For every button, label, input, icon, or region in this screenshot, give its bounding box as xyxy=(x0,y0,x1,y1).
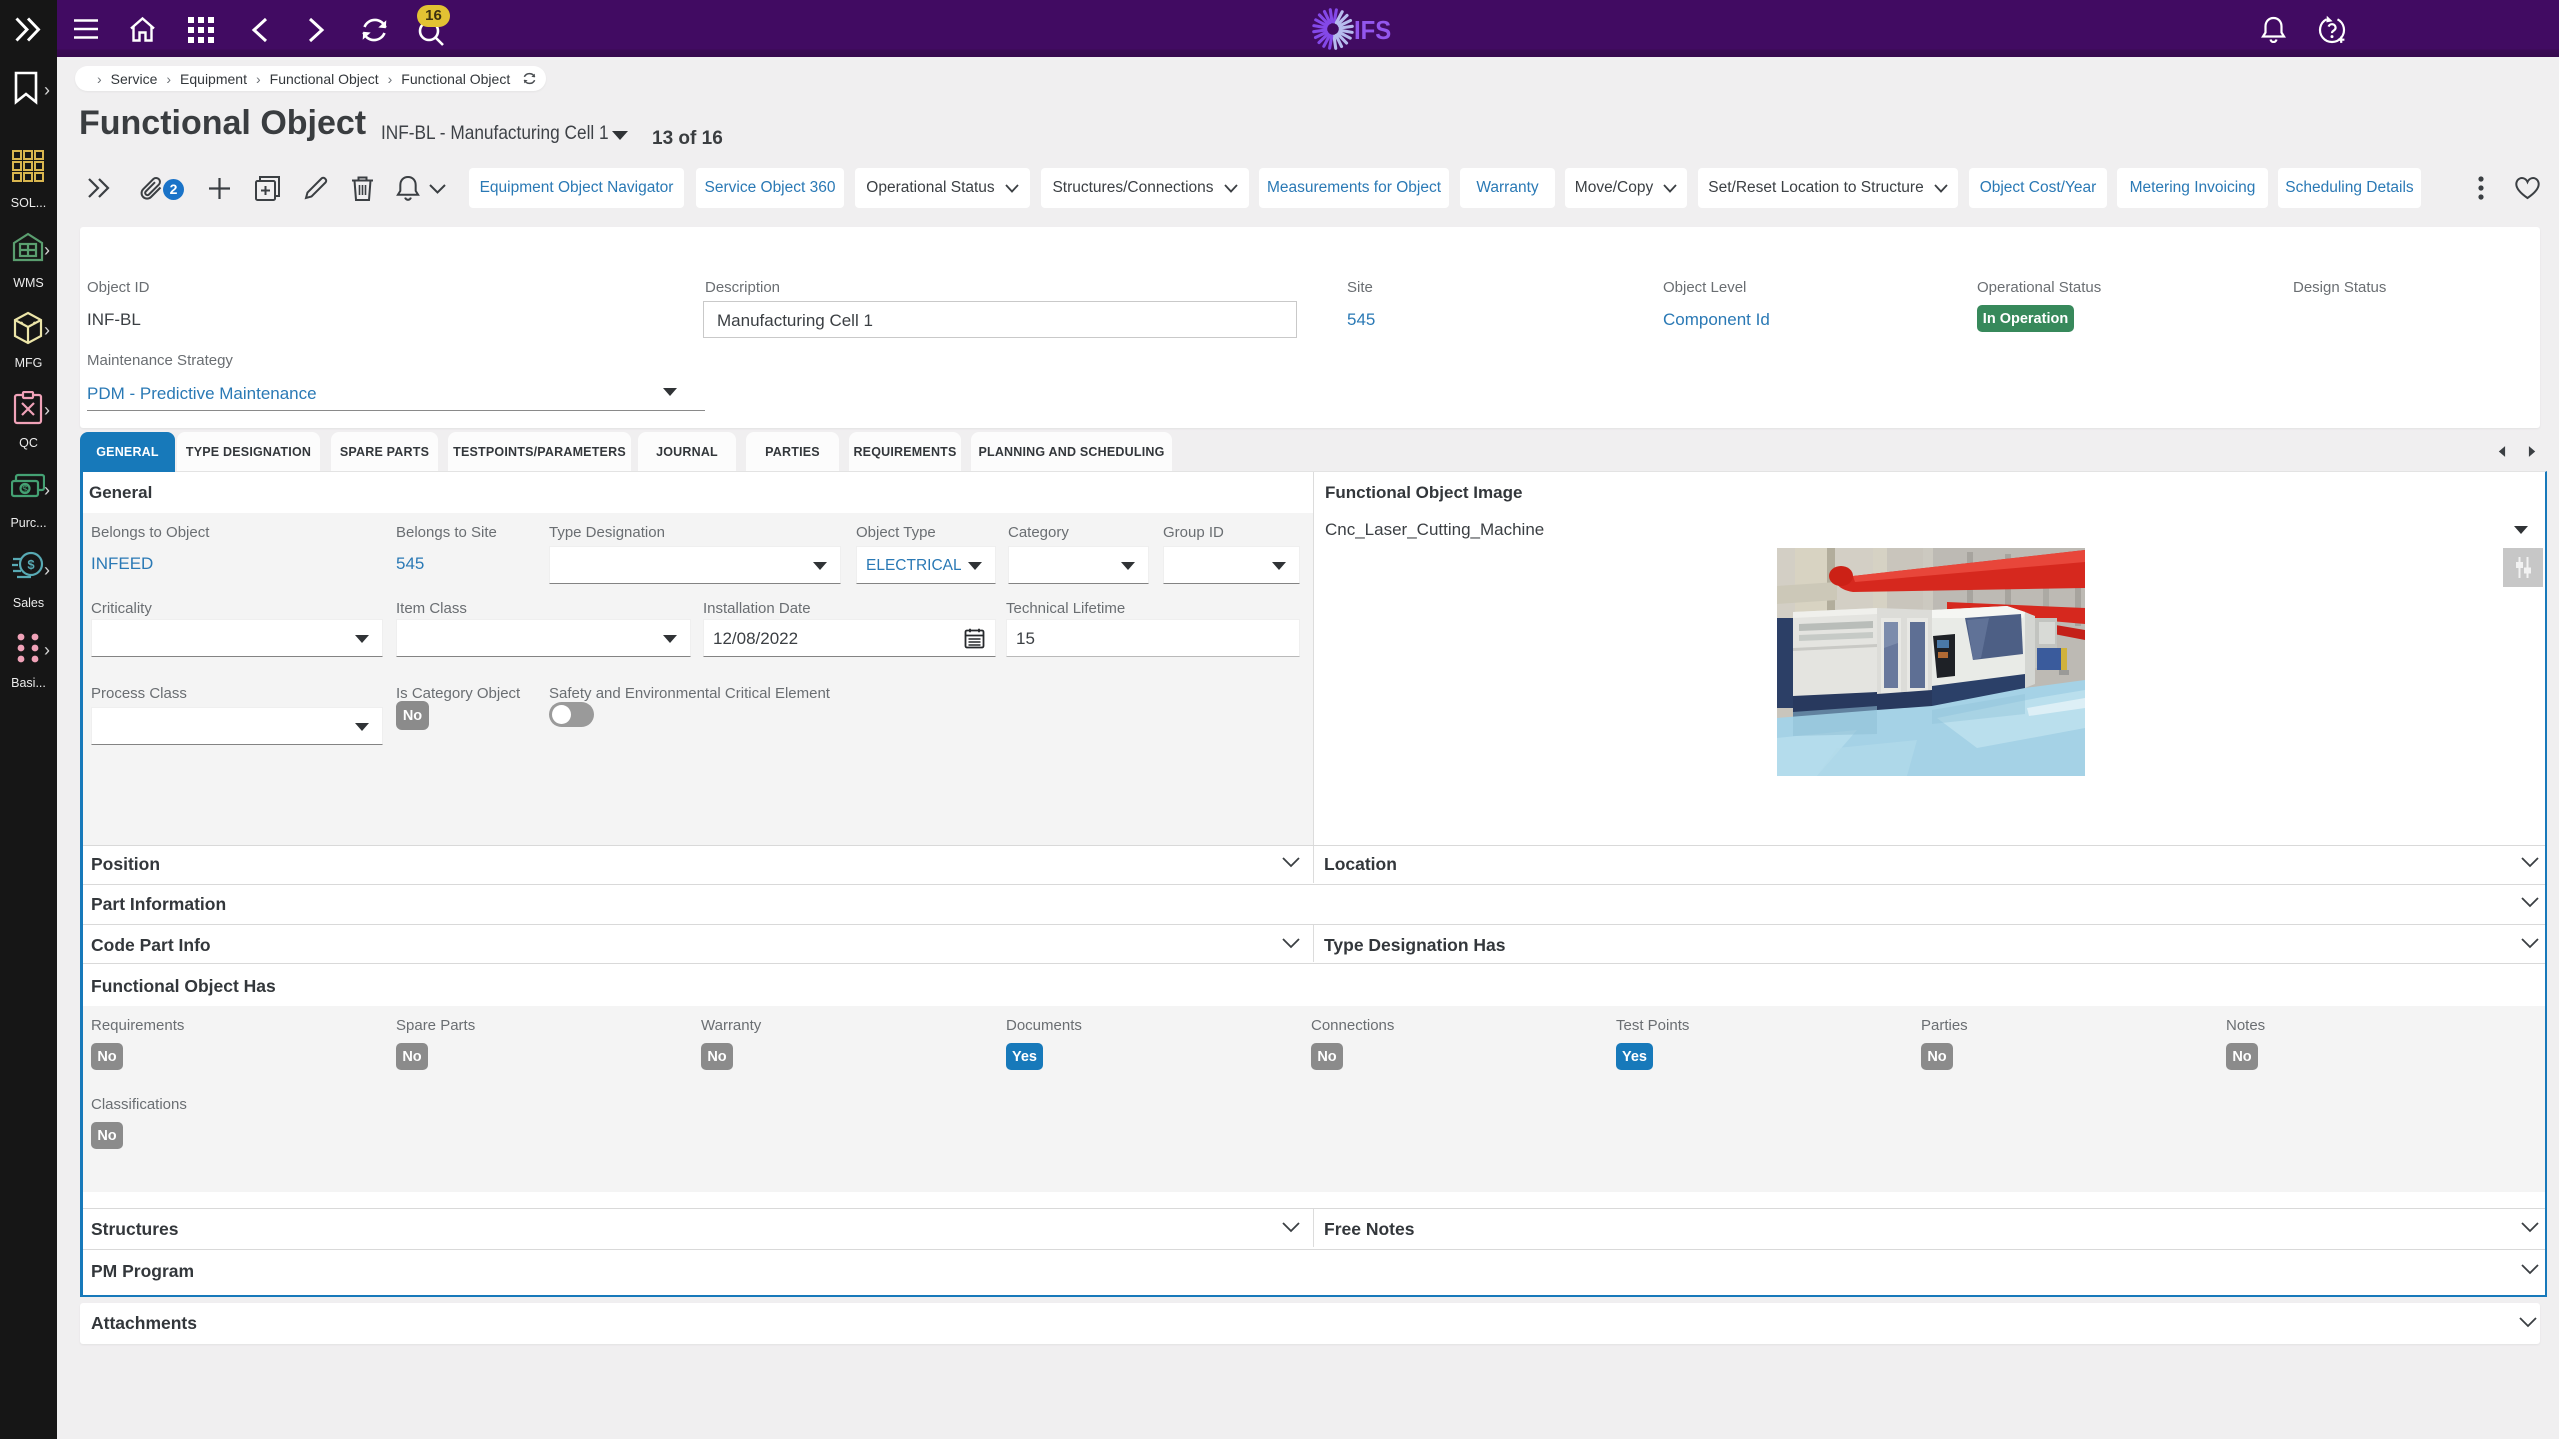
svg-text:$: $ xyxy=(22,485,28,496)
svg-text:$: $ xyxy=(27,557,35,572)
